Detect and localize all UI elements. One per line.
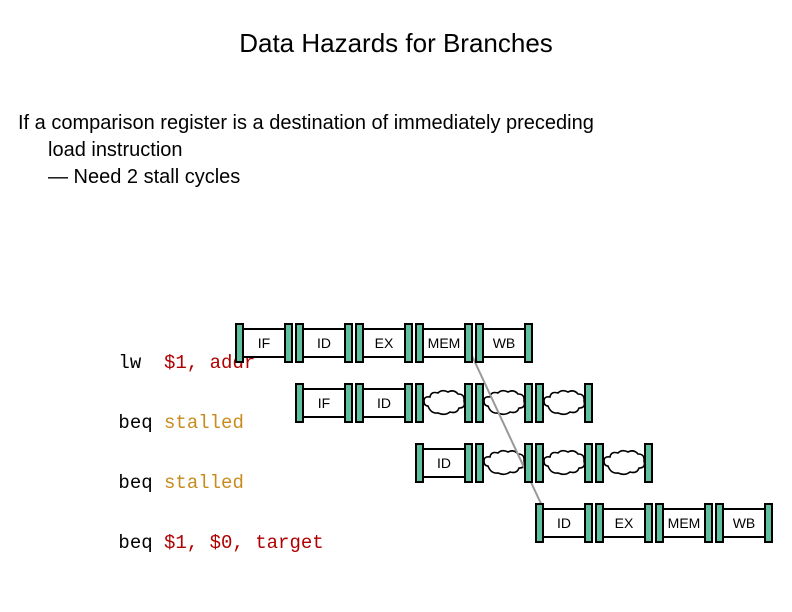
body-text: If a comparison register is a destinatio… (18, 110, 758, 191)
stage-id: ID (300, 328, 348, 358)
stage-wb: WB (480, 328, 528, 358)
stage-if: IF (300, 388, 348, 418)
stage-id: ID (540, 508, 588, 538)
page-title: Data Hazards for Branches (0, 0, 792, 59)
stage-wb: WB (720, 508, 768, 538)
stage-mem: MEM (420, 328, 468, 358)
stage-if: IF (240, 328, 288, 358)
body-line-1: If a comparison register is a destinatio… (18, 110, 758, 137)
body-line-3: — Need 2 stall cycles (18, 164, 758, 191)
body-line-2: load instruction (18, 137, 758, 164)
stage-mem: MEM (660, 508, 708, 538)
stage-id: ID (360, 388, 408, 418)
stage-ex: EX (600, 508, 648, 538)
stage-ex: EX (360, 328, 408, 358)
stage-id: ID (420, 448, 468, 478)
